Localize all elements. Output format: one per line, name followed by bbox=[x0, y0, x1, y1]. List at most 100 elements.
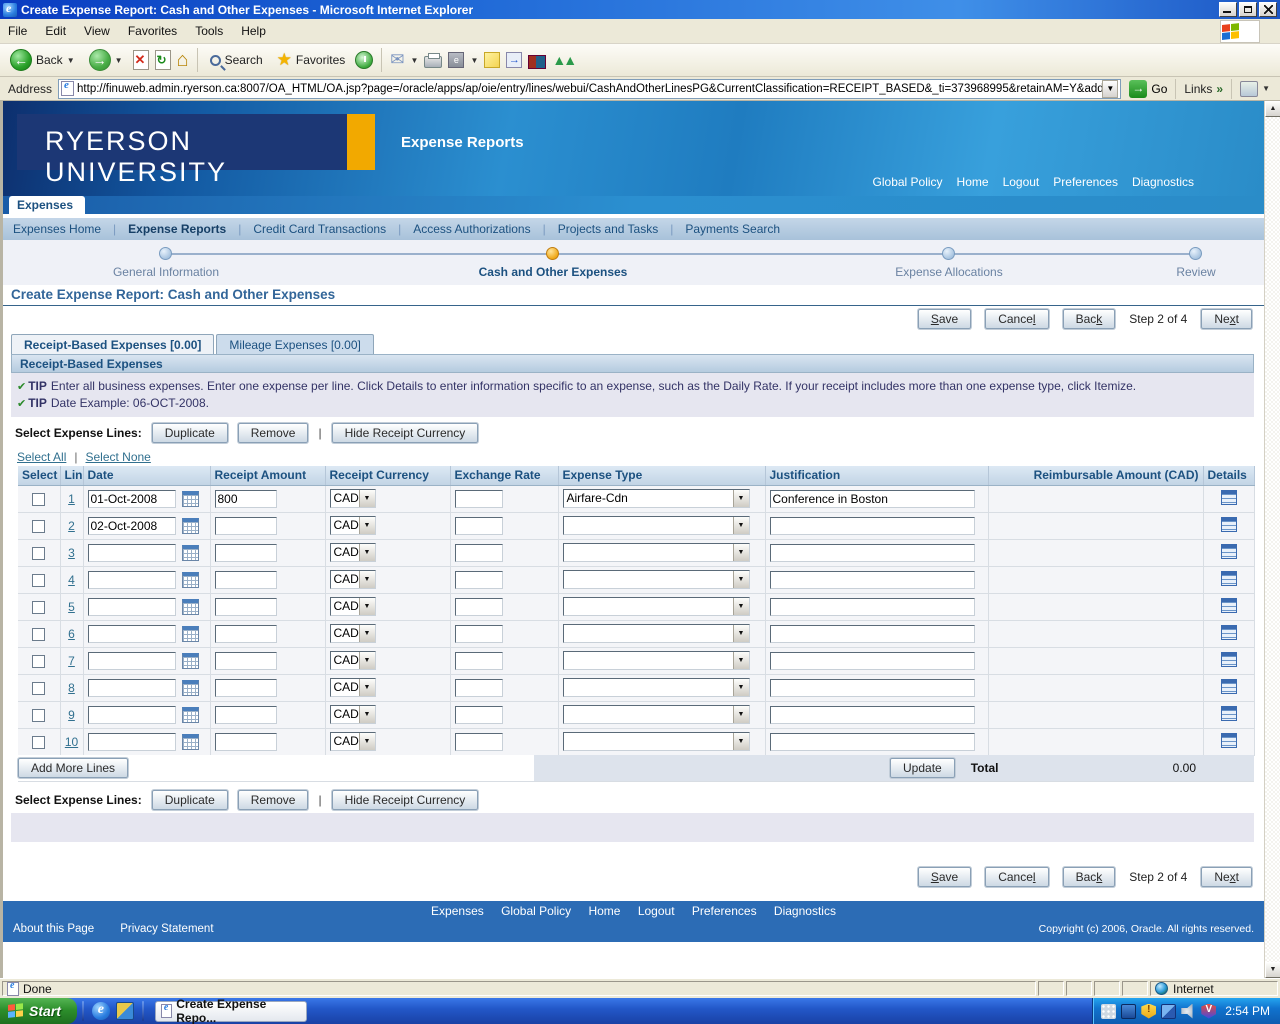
train-dot-icon[interactable] bbox=[159, 247, 172, 260]
exchange-rate-input[interactable] bbox=[454, 597, 503, 616]
tray-display-icon[interactable] bbox=[1121, 1003, 1137, 1019]
details-icon[interactable] bbox=[1220, 678, 1237, 694]
back-step-button[interactable]: Back bbox=[1062, 309, 1116, 329]
menu-tools[interactable]: Tools bbox=[195, 24, 223, 38]
line-number-link[interactable]: 8 bbox=[68, 681, 75, 695]
receipt-currency-select[interactable]: CAD ▼ bbox=[329, 597, 376, 616]
details-icon[interactable] bbox=[1220, 597, 1237, 613]
line-number-link[interactable]: 10 bbox=[65, 735, 78, 749]
date-input[interactable] bbox=[87, 624, 176, 643]
date-input[interactable] bbox=[87, 678, 176, 697]
tray-network-activity-icon[interactable] bbox=[1101, 1003, 1117, 1019]
row-select-checkbox[interactable] bbox=[32, 573, 46, 587]
line-number-link[interactable]: 5 bbox=[68, 600, 75, 614]
date-input[interactable] bbox=[87, 732, 176, 751]
calendar-icon[interactable] bbox=[181, 571, 199, 588]
exchange-rate-input[interactable] bbox=[454, 705, 503, 724]
exchange-rate-input[interactable] bbox=[454, 516, 503, 535]
receipt-amount-input[interactable] bbox=[214, 732, 277, 751]
restore-button[interactable] bbox=[1239, 2, 1257, 17]
details-icon[interactable] bbox=[1220, 543, 1237, 559]
receipt-amount-input[interactable] bbox=[214, 570, 277, 589]
row-select-checkbox[interactable] bbox=[32, 735, 46, 749]
exchange-rate-input[interactable] bbox=[454, 570, 503, 589]
calendar-icon[interactable] bbox=[181, 679, 199, 696]
line-number-link[interactable]: 1 bbox=[68, 492, 75, 506]
select-all-link[interactable]: Select All bbox=[17, 450, 66, 464]
justification-input[interactable] bbox=[769, 516, 975, 535]
details-icon[interactable] bbox=[1220, 516, 1237, 532]
close-button[interactable] bbox=[1259, 2, 1277, 17]
subnav-projects-and-tasks[interactable]: Projects and Tasks bbox=[558, 222, 659, 236]
back-button[interactable]: ← Back ▼ bbox=[6, 47, 79, 73]
mail-dropdown-icon[interactable]: ▼ bbox=[411, 56, 419, 65]
row-select-checkbox[interactable] bbox=[32, 627, 46, 641]
cancel-button[interactable]: Cancel bbox=[985, 309, 1049, 329]
scroll-down-icon[interactable]: ▼ bbox=[1265, 962, 1280, 978]
vertical-scrollbar[interactable]: ▲ ▼ bbox=[1264, 101, 1280, 978]
search-button[interactable]: Search bbox=[206, 51, 267, 69]
link-global-policy[interactable]: Global Policy bbox=[873, 175, 943, 189]
justification-input[interactable] bbox=[769, 543, 975, 562]
receipt-currency-select[interactable]: CAD ▼ bbox=[329, 570, 376, 589]
line-number-link[interactable]: 4 bbox=[68, 573, 75, 587]
link-home[interactable]: Home bbox=[957, 175, 989, 189]
home-button[interactable]: ⌂ bbox=[177, 50, 189, 70]
privacy-statement-link[interactable]: Privacy Statement bbox=[120, 923, 213, 935]
receipt-amount-input[interactable] bbox=[214, 543, 277, 562]
row-select-checkbox[interactable] bbox=[32, 654, 46, 668]
receipt-currency-select[interactable]: CAD ▼ bbox=[329, 705, 376, 724]
save-button[interactable]: Save bbox=[917, 309, 972, 329]
row-select-checkbox[interactable] bbox=[32, 519, 46, 533]
subnav-expenses-home[interactable]: Expenses Home bbox=[13, 222, 101, 236]
expense-type-select[interactable]: ▼ bbox=[562, 678, 750, 697]
exchange-rate-input[interactable] bbox=[454, 732, 503, 751]
details-icon[interactable] bbox=[1220, 624, 1237, 640]
edit-dropdown-icon[interactable]: ▼ bbox=[470, 56, 478, 65]
calendar-icon[interactable] bbox=[181, 706, 199, 723]
calendar-icon[interactable] bbox=[181, 625, 199, 642]
expense-type-select[interactable]: ▼ bbox=[562, 543, 750, 562]
receipt-amount-input[interactable] bbox=[214, 705, 277, 724]
expense-type-select[interactable]: ▼ bbox=[562, 597, 750, 616]
train-dot-icon[interactable] bbox=[942, 247, 955, 260]
exchange-rate-input[interactable] bbox=[454, 651, 503, 670]
date-input[interactable] bbox=[87, 570, 176, 589]
row-select-checkbox[interactable] bbox=[32, 708, 46, 722]
cancel-button[interactable]: Cancel bbox=[985, 867, 1049, 887]
menu-favorites[interactable]: Favorites bbox=[128, 24, 177, 38]
justification-input[interactable] bbox=[769, 732, 975, 751]
back-dropdown-icon[interactable]: ▼ bbox=[67, 56, 75, 65]
receipt-currency-select[interactable]: CAD ▼ bbox=[329, 516, 376, 535]
favorites-button[interactable]: ★ Favorites bbox=[273, 48, 350, 72]
justification-input[interactable] bbox=[769, 651, 975, 670]
receipt-currency-select[interactable]: CAD ▼ bbox=[329, 624, 376, 643]
line-number-link[interactable]: 6 bbox=[68, 627, 75, 641]
justification-input[interactable] bbox=[769, 705, 975, 724]
line-number-link[interactable]: 3 bbox=[68, 546, 75, 560]
back-step-button[interactable]: Back bbox=[1062, 867, 1116, 887]
menu-help[interactable]: Help bbox=[241, 24, 266, 38]
tab-expenses[interactable]: Expenses bbox=[9, 196, 86, 214]
scroll-up-icon[interactable]: ▲ bbox=[1265, 101, 1280, 117]
expense-type-select[interactable]: ▼ bbox=[562, 570, 750, 589]
hide-receipt-currency-button[interactable]: Hide Receipt Currency bbox=[331, 423, 479, 443]
tray-volume-icon[interactable] bbox=[1181, 1003, 1193, 1019]
remove-button[interactable]: Remove bbox=[237, 423, 309, 443]
taskbar-window-button[interactable]: Create Expense Repo... bbox=[154, 997, 307, 1024]
duplicate-button[interactable]: Duplicate bbox=[151, 423, 228, 443]
tray-antivirus-icon[interactable]: V bbox=[1201, 1003, 1217, 1019]
footer-link-global-policy[interactable]: Global Policy bbox=[501, 904, 571, 918]
duplicate-button[interactable]: Duplicate bbox=[151, 790, 228, 810]
save-button[interactable]: Save bbox=[917, 867, 972, 887]
calendar-icon[interactable] bbox=[181, 490, 199, 507]
calendar-icon[interactable] bbox=[181, 652, 199, 669]
justification-input[interactable] bbox=[769, 597, 975, 616]
receipt-amount-input[interactable] bbox=[214, 489, 277, 508]
receipt-currency-select[interactable]: CAD ▼ bbox=[329, 543, 376, 562]
refresh-button[interactable]: ↻ bbox=[154, 50, 171, 70]
receipt-currency-select[interactable]: CAD ▼ bbox=[329, 651, 376, 670]
receipt-currency-select[interactable]: CAD ▼ bbox=[329, 678, 376, 697]
address-input[interactable]: http://finuweb.admin.ryerson.ca:8007/OA_… bbox=[58, 78, 1122, 99]
browser-extension-button[interactable]: ▼ bbox=[1231, 78, 1278, 99]
